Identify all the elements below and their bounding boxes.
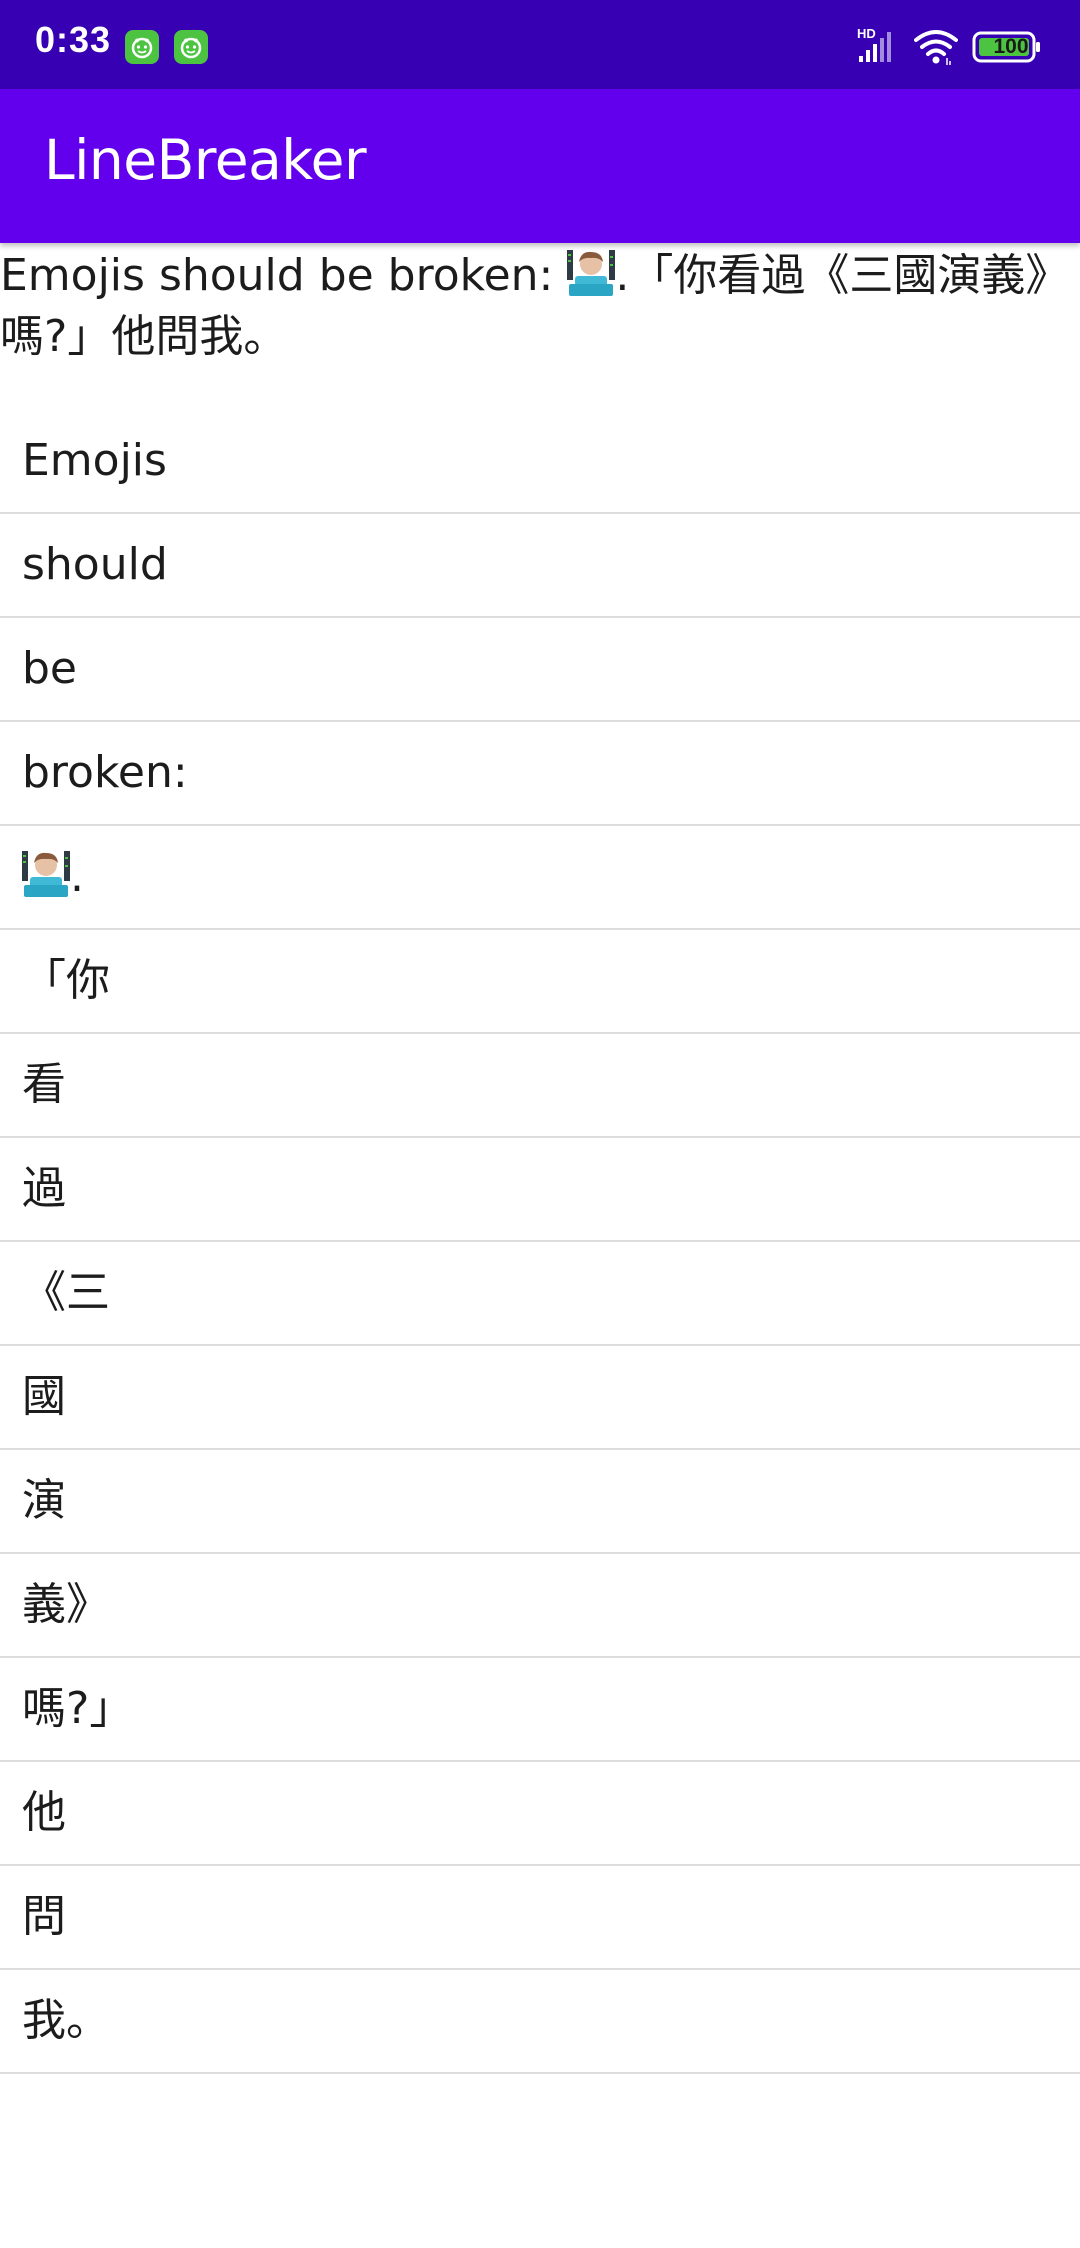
list-item[interactable]: Emojis: [0, 410, 1080, 514]
technologist-emoji-icon: [22, 851, 70, 897]
list-item[interactable]: 「你: [0, 930, 1080, 1034]
list-item-label: 他: [22, 1787, 66, 1838]
app-title: LineBreaker: [44, 128, 367, 192]
cellular-signal-icon: HD: [857, 26, 891, 62]
list-item-label: broken:: [22, 747, 188, 798]
list-item[interactable]: 我。: [0, 1970, 1080, 2074]
list-item[interactable]: 國: [0, 1346, 1080, 1450]
list-item-label: 「你: [22, 955, 110, 1006]
list-item[interactable]: 嗎?」: [0, 1658, 1080, 1762]
battery-level: 100: [993, 35, 1029, 58]
list-item-label: 演: [22, 1475, 66, 1526]
list-item[interactable]: be: [0, 618, 1080, 722]
token-list: Emojis should be broken: . 「你 看 過 《三 國 演…: [0, 410, 1080, 2074]
list-item[interactable]: 問: [0, 1866, 1080, 1970]
list-item-label: 過: [22, 1163, 66, 1214]
list-item[interactable]: 過: [0, 1138, 1080, 1242]
status-time: 0:33: [35, 19, 112, 60]
list-item[interactable]: 他: [0, 1762, 1080, 1866]
list-item-label: 看: [22, 1059, 66, 1110]
list-item-label: should: [22, 539, 168, 590]
list-item-label: .: [22, 848, 84, 906]
list-item[interactable]: should: [0, 514, 1080, 618]
list-item-label: be: [22, 643, 77, 694]
list-item-suffix: .: [70, 851, 84, 902]
app-notification-icon: [174, 30, 208, 64]
sample-text: Emojis should be broken: .「你看過《三國演義》嗎?」他…: [0, 245, 1080, 367]
list-item-label: 義》: [22, 1579, 110, 1630]
list-item[interactable]: 《三: [0, 1242, 1080, 1346]
list-item-label: 國: [22, 1371, 66, 1422]
sample-text-start: Emojis should be broken:: [0, 250, 568, 301]
list-item[interactable]: 看: [0, 1034, 1080, 1138]
list-item-label: 嗎?」: [22, 1683, 134, 1734]
technologist-emoji-icon: [567, 250, 616, 296]
list-item[interactable]: .: [0, 826, 1080, 930]
list-item[interactable]: broken:: [0, 722, 1080, 826]
list-item[interactable]: 演: [0, 1450, 1080, 1554]
status-bar: 0:33 HD 100: [0, 0, 1080, 89]
wifi-icon: [914, 30, 958, 65]
list-item-label: 問: [22, 1891, 66, 1942]
app-bar: LineBreaker: [0, 89, 1080, 243]
list-item-label: Emojis: [22, 435, 167, 486]
list-item-label: 我。: [22, 1995, 110, 2046]
app-notification-icon: [125, 30, 159, 64]
list-item[interactable]: 義》: [0, 1554, 1080, 1658]
network-label: HD: [857, 26, 876, 41]
list-item-label: 《三: [22, 1267, 110, 1318]
